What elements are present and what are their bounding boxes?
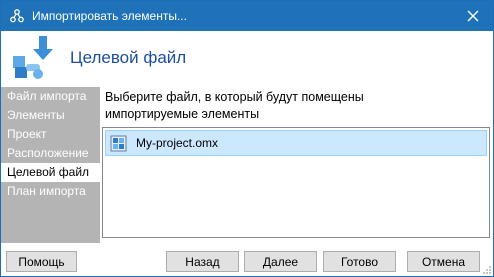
project-file-icon [110,135,127,152]
step-import-file[interactable]: Файл импорта [1,87,100,106]
page-header: Целевой файл [1,31,493,87]
close-icon [467,10,479,22]
import-arrow-icon [13,36,53,79]
help-button[interactable]: Помощь [6,251,77,272]
file-list[interactable]: My-project.omx [102,127,490,238]
app-nodes-icon [10,9,24,23]
step-import-plan[interactable]: План импорта [1,182,100,201]
step-target-file[interactable]: Целевой файл [1,163,100,182]
step-location[interactable]: Расположение [1,144,100,163]
page-title: Целевой файл [70,48,187,67]
close-button[interactable] [453,1,493,31]
next-button[interactable]: Далее [244,251,317,272]
step-elements[interactable]: Элементы [1,106,100,125]
back-button[interactable]: Назад [166,251,239,272]
cancel-button[interactable]: Отмена [407,251,480,272]
finish-button[interactable]: Готово [323,251,396,272]
title-bar[interactable]: Импортировать элементы... [1,1,493,31]
instruction-text: Выберите файл, в который будут помещены … [105,90,364,121]
import-dialog: Импортировать элементы... Целевой файл Ф… [0,0,494,277]
window-title: Импортировать элементы... [32,9,187,23]
list-item[interactable]: My-project.omx [105,130,487,156]
content-panel: Выберите файл, в который будут помещены … [100,87,493,243]
step-project[interactable]: Проект [1,125,100,144]
wizard-steps: Файл импорта Элементы Проект Расположени… [1,87,100,243]
file-name: My-project.omx [136,136,219,150]
resize-grip-icon[interactable] [482,265,492,275]
